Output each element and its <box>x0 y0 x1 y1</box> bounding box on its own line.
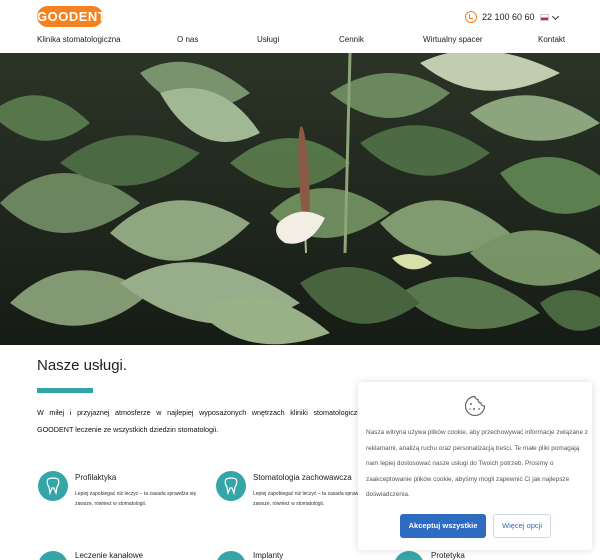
service-title[interactable]: Profilaktyka <box>75 473 116 482</box>
implant-icon <box>216 551 246 560</box>
service-description: Lepiej zapobiegać niż leczyć – ta zasada… <box>75 491 197 507</box>
service-title[interactable]: Implanty <box>253 551 283 560</box>
phone-contact[interactable]: 22 100 60 60 <box>465 11 535 23</box>
tooth-icon <box>394 551 424 560</box>
nav-item-o-nas[interactable]: O nas <box>177 35 198 44</box>
phone-icon <box>465 11 477 23</box>
services-intro: W miłej i przyjaznej atmosferze w najlep… <box>37 408 367 434</box>
goodent-logo[interactable]: GOODENT <box>37 6 106 27</box>
more-options-button[interactable]: Więcej opcji <box>493 514 551 538</box>
service-title[interactable]: Leczenie kanałowe <box>75 551 143 560</box>
phone-number[interactable]: 22 100 60 60 <box>482 12 535 22</box>
cookie-text: Nasza witryna używa plików cookie, aby p… <box>366 429 588 498</box>
nav-item-cennik[interactable]: Cennik <box>339 35 364 44</box>
nav-item-uslugi[interactable]: Usługi <box>257 35 279 44</box>
poland-flag-icon <box>540 14 549 21</box>
chevron-down-icon <box>551 12 560 20</box>
nav-item-klinika[interactable]: Klinika stomatologiczna <box>37 35 121 44</box>
language-switcher[interactable] <box>540 12 560 21</box>
hero-image <box>0 53 600 345</box>
services-title: Nasze usługi. <box>37 357 128 374</box>
cookie-icon <box>464 395 486 422</box>
service-title[interactable]: Stomatologia zachowawcza <box>253 473 352 482</box>
nav-item-kontakt[interactable]: Kontakt <box>538 35 565 44</box>
title-accent-bar <box>37 388 93 393</box>
cookie-consent-panel: Nasza witryna używa plików cookie, aby p… <box>358 382 592 550</box>
tooth-icon <box>216 471 246 501</box>
main-nav: Klinika stomatologiczna O nas Usługi Cen… <box>0 35 600 47</box>
accept-all-button[interactable]: Akceptuj wszystkie <box>400 514 486 538</box>
tooth-icon <box>38 471 68 501</box>
service-title[interactable]: Protetyka <box>431 551 465 560</box>
site-header: GOODENT 22 100 60 60 Klinika stomatologi… <box>0 0 600 52</box>
tooth-icon <box>38 551 68 560</box>
nav-item-wirtualny-spacer[interactable]: Wirtualny spacer <box>423 35 483 44</box>
